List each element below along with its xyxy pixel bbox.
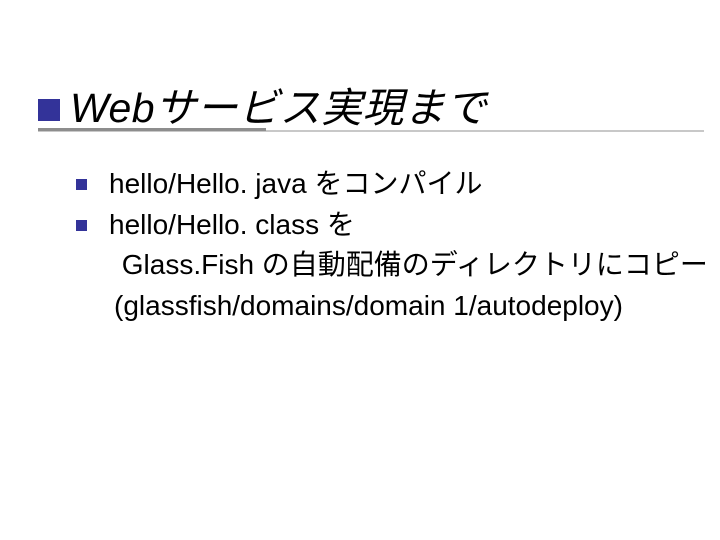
continuation-line: (glassfish/domains/domain 1/autodeploy) bbox=[76, 286, 696, 327]
slide: Webサービス実現まで hello/Hello. java をコンパイル hel… bbox=[0, 0, 720, 540]
title-bullet-square bbox=[38, 99, 60, 121]
title-row: Webサービス実現まで bbox=[38, 74, 487, 134]
square-bullet-icon bbox=[76, 179, 87, 190]
bullet-text: hello/Hello. java をコンパイル bbox=[109, 164, 482, 205]
slide-title: Webサービス実現まで bbox=[70, 74, 487, 134]
slide-body: hello/Hello. java をコンパイル hello/Hello. cl… bbox=[76, 164, 696, 326]
bullet-row: hello/Hello. class を bbox=[76, 205, 696, 246]
continuation-line: Glass.Fish の自動配備のディレクトリにコピー bbox=[76, 245, 696, 286]
bullet-row: hello/Hello. java をコンパイル bbox=[76, 164, 696, 205]
square-bullet-icon bbox=[76, 220, 87, 231]
title-underline-dark bbox=[38, 128, 266, 131]
title-underline bbox=[38, 128, 704, 134]
bullet-text: hello/Hello. class を bbox=[109, 205, 355, 246]
